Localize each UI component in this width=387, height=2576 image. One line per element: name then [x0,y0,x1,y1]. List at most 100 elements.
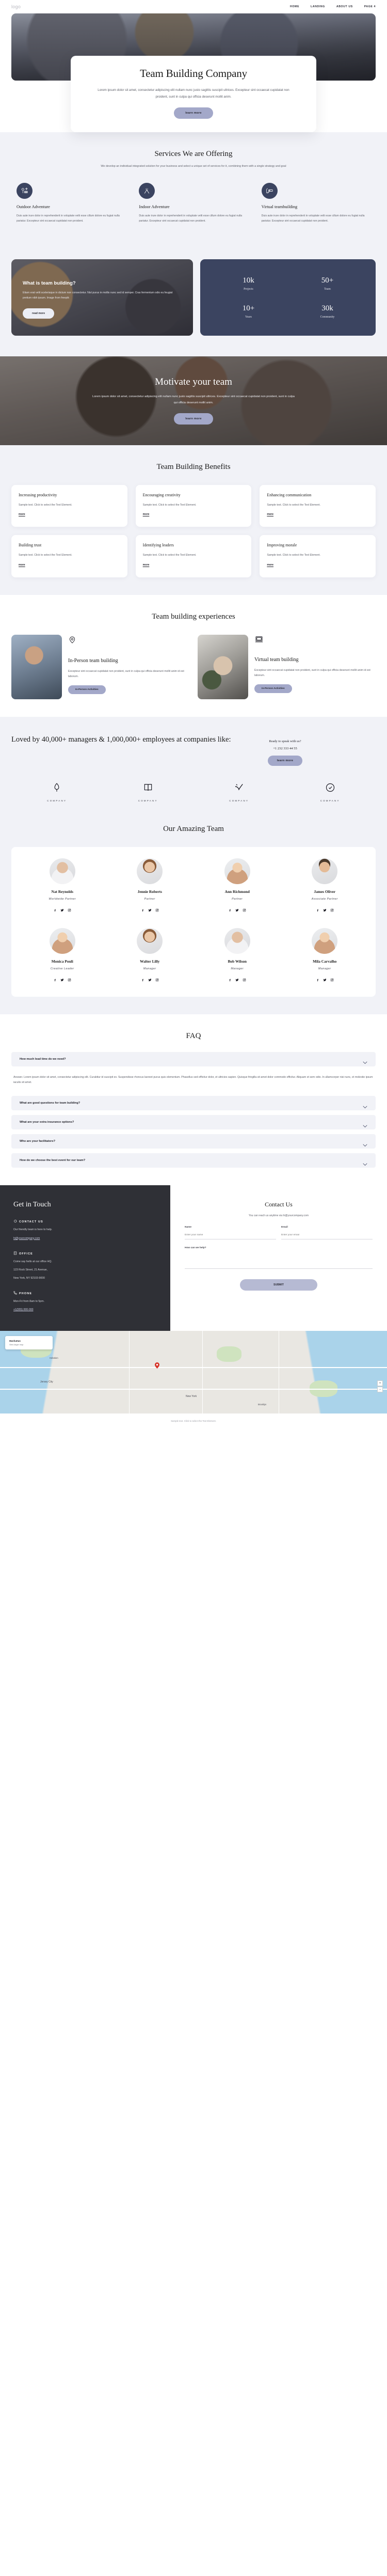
benefit-more-link[interactable]: more [267,563,273,567]
instagram-icon[interactable] [155,905,159,915]
facebook-icon[interactable] [141,975,144,984]
facebook-icon[interactable] [228,975,232,984]
facebook-icon[interactable] [53,905,57,915]
twitter-icon[interactable] [235,975,239,984]
map-info-card[interactable]: Manhattan View larger map [5,1336,53,1350]
logo[interactable]: logo [11,4,21,9]
stat-label: Community [320,315,335,319]
stat-label: Years [245,315,252,319]
faq-item[interactable]: How do we choose the best event for our … [11,1153,376,1168]
faq-item[interactable]: Who are your facilitators? [11,1134,376,1149]
virtual-activities-button[interactable]: In-Person Activities [254,684,292,693]
loved-title: Loved by 40,000+ managers & 1,000,000+ e… [11,735,231,744]
twitter-icon[interactable] [323,975,327,984]
member-role: Partner [232,897,243,901]
facebook-icon[interactable] [228,905,232,915]
member-role: Manager [143,967,156,970]
twitter-icon[interactable] [148,975,152,984]
map-card-subtitle[interactable]: View larger map [9,1344,49,1346]
benefit-text: Sample text. Click to select the Text El… [19,503,72,507]
map-section[interactable]: Jersey City New York Hoboken Brooklyn Ma… [0,1331,387,1414]
faq-item[interactable]: What are your extra insurance options? [11,1115,376,1130]
contact-address-line-1: 123 Rock Street, 21 Avenue, [13,1268,47,1271]
loved-phone[interactable]: +1 232 333 44 55 [246,747,324,750]
chat-icon [13,1219,17,1224]
get-in-touch-panel: Get in Touch CONTACT US Our friendly tea… [0,1185,170,1331]
benefit-more-link[interactable]: more [19,563,25,567]
loved-learn-more-button[interactable]: learn more [267,755,303,766]
twitter-icon[interactable] [60,975,64,984]
avatar [224,928,250,954]
hero-learn-more-button[interactable]: learn more [174,107,213,119]
tb-read-more-button[interactable]: read more [23,308,55,319]
facebook-icon[interactable] [53,975,57,984]
service-card-outdoor: Outdoor Adventure Duis aute irure dolor … [17,183,125,224]
benefit-more-link[interactable]: more [143,563,150,567]
facebook-icon[interactable] [141,905,144,915]
faq-section: FAQ How much lead time do we need? Answe… [0,1014,387,1186]
faq-item[interactable]: What are good questions for team buildin… [11,1096,376,1111]
instagram-icon[interactable] [243,905,246,915]
chevron-down-icon [363,1140,367,1147]
nav-item-landing[interactable]: LANDING [311,5,325,8]
benefit-more-link[interactable]: more [19,513,25,516]
twitter-icon[interactable] [60,905,64,915]
chevron-down-icon [363,1058,367,1064]
facebook-icon[interactable] [316,975,319,984]
map-card-title: Manhattan [9,1340,21,1343]
facebook-icon[interactable] [316,905,319,915]
instagram-icon[interactable] [68,975,71,984]
contact-block-title: OFFICE [13,1251,157,1256]
nav-item-page-4[interactable]: PAGE 4 [364,5,376,8]
faq-answer: Answer. Lorem ipsum dolor sit amet, cons… [13,1075,373,1085]
in-person-activities-button[interactable]: In-Person Activities [68,685,106,694]
member-social [194,905,281,915]
instagram-icon[interactable] [330,975,334,984]
service-card-indoor: Indoor Adventure Duis aute irure dolor i… [139,183,248,224]
message-input[interactable] [185,1251,373,1269]
nav-item-home[interactable]: HOME [290,5,299,8]
instagram-icon[interactable] [155,975,159,984]
contact-phone-link[interactable]: +1(555) 000-000 [13,1308,34,1311]
loved-by-section: Loved by 40,000+ managers & 1,000,000+ e… [0,716,387,820]
name-input[interactable] [185,1231,276,1239]
hero-title: Team Building Company [140,67,247,80]
member-name: Mila Carvalho [313,959,337,964]
submit-button[interactable]: SUBMIT [240,1279,317,1291]
contact-block-text: Our friendly team is here to help. [13,1228,53,1232]
contact-email-link[interactable]: hi@yourcompany.com [13,1237,40,1240]
map-marker-icon[interactable] [155,1362,159,1369]
nav-item-about-us[interactable]: ABOUT US [336,5,353,8]
motivate-learn-more-button[interactable]: learn more [174,413,213,425]
chevron-down-icon [363,1121,367,1128]
benefit-more-link[interactable]: more [267,513,273,516]
map-label: New York [186,1395,197,1399]
instagram-icon[interactable] [68,905,71,915]
twitter-icon[interactable] [235,905,239,915]
brand-item: COMPANY [310,782,351,802]
team-member: Jennie Roberts Partner [106,858,194,915]
twitter-icon[interactable] [148,905,152,915]
circle-brand-icon [325,783,335,795]
instagram-icon[interactable] [243,975,246,984]
motivate-section: Motivate your team Lorem ipsum dolor sit… [0,356,387,445]
team-member: Bob Wilson Manager [194,928,281,984]
map-zoom-in-button[interactable]: + [377,1380,383,1387]
stats-card: 10k Projects 50+ Team 10+ Years 30k Comm… [200,259,376,336]
instagram-icon[interactable] [330,905,334,915]
email-input[interactable] [281,1231,373,1239]
twitter-icon[interactable] [323,905,327,915]
stat-value: 30k [321,304,333,312]
stat-value: 10k [243,276,254,285]
experience-text: Excepteur sint occaecat cupidatat non pr… [254,669,370,678]
map-zoom-out-button[interactable]: − [377,1387,383,1393]
experience-virtual: Virtual team building Excepteur sint occ… [198,634,376,699]
faq-question: How do we choose the best event for our … [20,1159,86,1163]
faq-item-open[interactable]: How much lead time do we need? [11,1051,376,1066]
benefit-title: Encouraging creativity [142,492,181,497]
diamond-brand-icon [52,782,62,795]
benefit-more-link[interactable]: more [143,513,150,516]
avatar [137,858,163,884]
benefit-title: Increasing productivity [19,492,57,497]
phone-icon [13,1291,17,1296]
